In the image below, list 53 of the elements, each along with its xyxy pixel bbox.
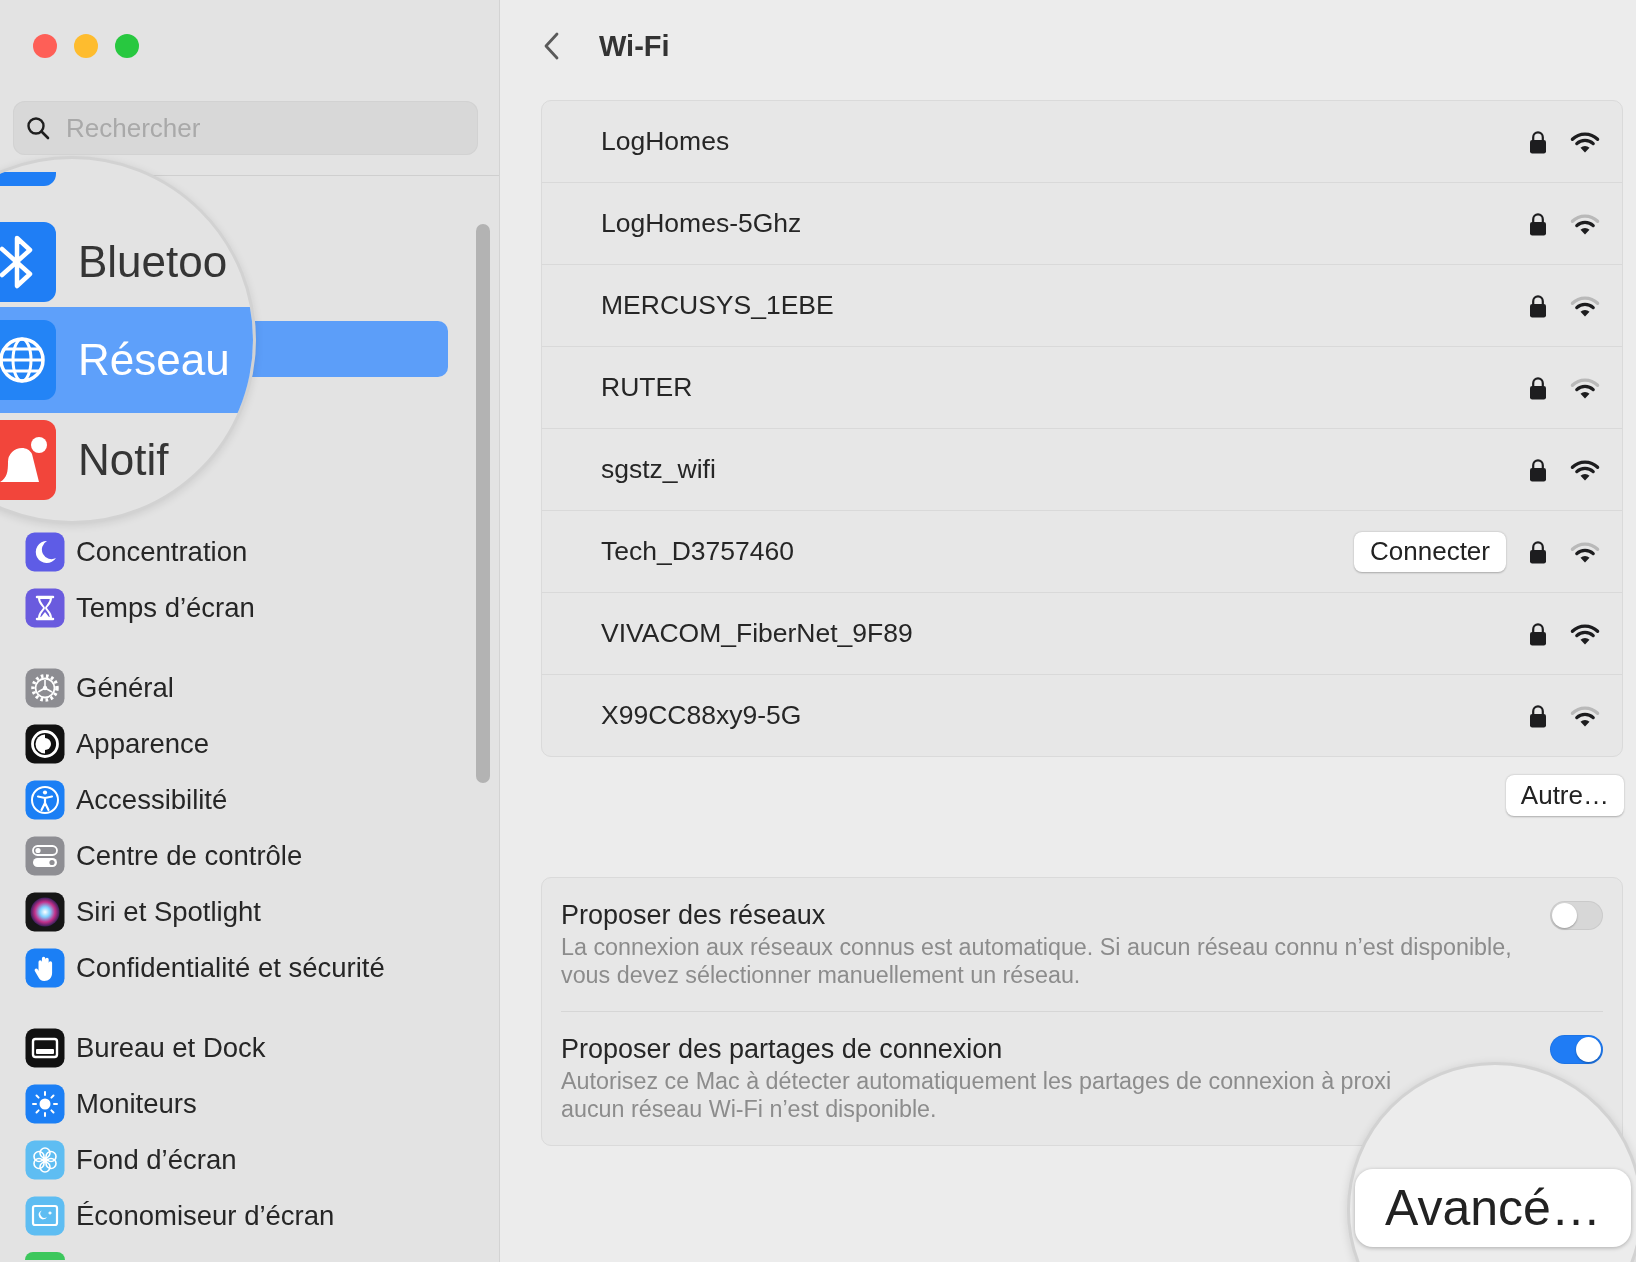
bell-icon <box>0 420 56 500</box>
sidebar-item[interactable]: Général <box>12 660 447 716</box>
network-name: X99CC88xy9-5G <box>601 700 803 731</box>
network-name: sgstz_wifi <box>601 454 717 485</box>
network-name: LogHomes <box>601 126 731 157</box>
toggle-switch[interactable] <box>1550 1035 1603 1064</box>
sidebar-item[interactable]: Moniteurs <box>12 1076 447 1132</box>
other-button[interactable]: Autre… <box>1505 775 1624 816</box>
option-description: Autorisez ce Mac à détecter automatiquement les partages de connexion à proxi aucun réseau Wi-Fi n’est disponible. <box>561 1067 1393 1123</box>
tile-icon <box>0 172 56 186</box>
sidebar-item[interactable]: Bluetoo <box>0 220 253 304</box>
sidebar-item[interactable]: Siri et Spotlight <box>12 884 447 940</box>
moon-icon <box>25 532 65 572</box>
sidebar-item[interactable]: Centre de contrôle <box>12 828 447 884</box>
sidebar-item[interactable]: Économiseur d’écran <box>12 1188 447 1244</box>
network-name: Tech_D3757460 <box>601 536 796 567</box>
toggles-icon <box>25 836 65 876</box>
toggle-switch[interactable] <box>1550 901 1603 930</box>
sun-icon <box>25 1084 65 1124</box>
sidebar-item[interactable]: Bureau et Dock <box>12 1020 447 1076</box>
sidebar-item[interactable]: Apparence <box>12 716 447 772</box>
globe-icon <box>0 320 56 400</box>
desktop-icon <box>25 1028 65 1068</box>
zoom-button[interactable] <box>115 34 139 58</box>
network-name: RUTER <box>601 372 694 403</box>
advanced-button[interactable]: Avancé… <box>1355 1169 1631 1247</box>
sidebar-item[interactable]: Fond d’écran <box>12 1132 447 1188</box>
option-description: La connexion aux réseaux connus est automatique. Si aucun réseau connu n’est disponible, vous devez sélectionner manuellement un réseau. <box>561 933 1513 989</box>
flower-icon <box>25 1140 65 1180</box>
orb-icon <box>25 892 65 932</box>
sidebar-item[interactable]: Concentration <box>12 524 447 580</box>
network-name: VIVACOM_FiberNet_9F89 <box>601 618 914 649</box>
sidebar-item[interactable]: Notif <box>0 420 253 500</box>
gear-icon <box>25 668 65 708</box>
network-name: LogHomes-5Ghz <box>601 208 803 239</box>
minimize-button[interactable] <box>74 34 98 58</box>
accessibility-icon <box>25 780 65 820</box>
scrollbar[interactable] <box>476 224 490 783</box>
bluetooth-icon <box>0 222 56 302</box>
page-title: Wi-Fi <box>599 29 670 63</box>
close-button[interactable] <box>33 34 57 58</box>
hand-icon <box>25 948 65 988</box>
tile-icon <box>25 1252 65 1260</box>
screen-icon <box>25 1196 65 1236</box>
hourglass-icon <box>25 588 65 628</box>
option-title: Proposer des partages de connexion <box>561 1034 1004 1064</box>
connect-button[interactable]: Connecter <box>1354 531 1506 572</box>
option-title: Proposer des réseaux <box>561 900 827 930</box>
sidebar-item[interactable]: Temps d’écran <box>12 580 447 636</box>
sidebar-item[interactable]: Confidentialité et sécurité <box>12 940 447 996</box>
network-name: MERCUSYS_1EBE <box>601 290 835 321</box>
sidebar-item[interactable]: Accessibilité <box>12 772 447 828</box>
search-icon <box>26 116 50 140</box>
